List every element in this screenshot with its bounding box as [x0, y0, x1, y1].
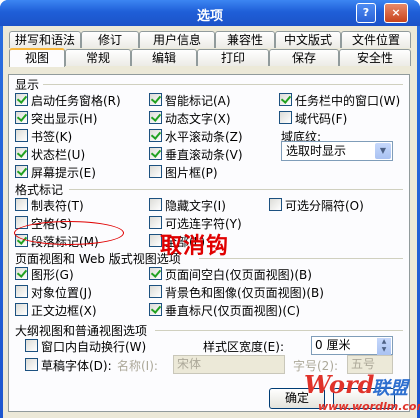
tab-user-info[interactable]: 用户信息: [139, 31, 215, 48]
label-highlight: 突出显示(H): [31, 112, 98, 126]
checkbox-text-boundaries[interactable]: [15, 303, 28, 316]
watermark-main: Word: [304, 370, 375, 399]
label-font-name: 名称(I):: [117, 359, 158, 373]
checkbox-optional-breaks[interactable]: [269, 198, 282, 211]
checkbox-draft-font[interactable]: [25, 358, 38, 371]
label-object-anchors: 对象位置(J): [31, 286, 92, 300]
checkbox-bookmarks[interactable]: [15, 129, 28, 142]
style-area-width-input[interactable]: 0 厘米 ▲ ▼: [311, 336, 393, 355]
checkbox-highlight[interactable]: [15, 111, 28, 124]
tab-spelling-grammar[interactable]: 拼写和语法: [9, 31, 81, 48]
checkbox-screentips[interactable]: [15, 165, 28, 178]
section-page-web-title: 页面视图和 Web 版式视图选项: [15, 252, 181, 266]
tab-compatibility[interactable]: 兼容性: [215, 31, 275, 48]
checkbox-smart-tags[interactable]: [149, 93, 162, 106]
section-divider: [69, 189, 403, 190]
label-drawings: 图形(G): [31, 268, 74, 282]
checkbox-vertical-scrollbar[interactable]: [149, 147, 162, 160]
label-text-boundaries: 正文边框(X): [31, 304, 97, 318]
watermark-url: www.wordlm.com: [318, 400, 420, 413]
section-divider: [199, 258, 403, 259]
label-wrap-to-window: 窗口内自动换行(W): [41, 340, 147, 354]
checkbox-startup-task-pane[interactable]: [15, 93, 28, 106]
spin-buttons[interactable]: ▲ ▼: [377, 338, 391, 355]
section-divider: [155, 330, 403, 331]
watermark-cn: 联盟: [372, 378, 408, 399]
checkbox-vertical-ruler[interactable]: [149, 303, 162, 316]
checkbox-hidden-text[interactable]: [149, 198, 162, 211]
help-button[interactable]: ?: [356, 3, 376, 23]
label-bookmarks: 书签(K): [31, 130, 73, 144]
checkbox-field-codes[interactable]: [279, 111, 292, 124]
label-field-codes: 域代码(F): [295, 112, 348, 126]
label-animated-text: 动态文字(X): [165, 112, 231, 126]
label-smart-tags: 智能标记(A): [165, 94, 231, 108]
tab-general[interactable]: 常规: [65, 49, 131, 66]
tab-view[interactable]: 视图: [9, 48, 65, 67]
font-size-value: 五号: [351, 357, 376, 371]
tab-edit[interactable]: 编辑: [131, 49, 197, 66]
tab-file-locations[interactable]: 文件位置: [341, 31, 411, 48]
field-shading-value: 选取时显示: [286, 144, 347, 158]
annotation-text: 取消钩: [160, 234, 230, 259]
tab-security[interactable]: 安全性: [339, 49, 411, 66]
section-format-marks-title: 格式标记: [15, 183, 64, 197]
label-vertical-scrollbar: 垂直滚动条(V): [165, 148, 243, 162]
field-shading-select[interactable]: 选取时显示 ▼: [281, 141, 393, 161]
checkbox-tab-characters[interactable]: [15, 198, 28, 211]
checkbox-animated-text[interactable]: [149, 111, 162, 124]
label-startup-task-pane: 启动任务窗格(R): [31, 94, 121, 108]
tab-revisions[interactable]: 修订: [81, 31, 139, 48]
close-button[interactable]: ×: [384, 3, 408, 23]
checkbox-windows-in-taskbar[interactable]: [279, 93, 292, 106]
checkbox-horizontal-scrollbar[interactable]: [149, 129, 162, 142]
label-style-area-width: 样式区宽度(E):: [203, 340, 284, 354]
title-bar: 选项 ? ×: [0, 0, 420, 26]
font-name-select[interactable]: 宋体: [173, 355, 285, 374]
label-optional-breaks: 可选分隔符(O): [285, 199, 364, 213]
label-background-colors: 背景色和图像(仅页面视图)(B): [165, 286, 324, 300]
section-show-title: 显示: [15, 78, 40, 92]
style-area-width-value: 0 厘米: [315, 338, 351, 352]
options-dialog: 选项 ? × 拼写和语法 修订 用户信息 兼容性 中文版式 文件位置 视图 常规…: [0, 0, 420, 418]
label-screentips: 屏幕提示(E): [31, 166, 96, 180]
tab-chinese-layout[interactable]: 中文版式: [275, 31, 341, 48]
label-windows-in-taskbar: 任务栏中的窗口(W): [295, 94, 401, 108]
label-white-space: 页面间空白(仅页面视图)(B): [165, 268, 312, 282]
section-outline-title: 大纲视图和普通视图选项: [15, 324, 148, 338]
checkbox-picture-placeholders[interactable]: [149, 165, 162, 178]
checkbox-drawings[interactable]: [15, 267, 28, 280]
label-draft-font: 草稿字体(D):: [41, 359, 112, 373]
checkbox-background-colors[interactable]: [149, 285, 162, 298]
checkbox-object-anchors[interactable]: [15, 285, 28, 298]
label-status-bar: 状态栏(U): [31, 148, 86, 162]
watermark-logo: Word 联盟 www.wordlm.com: [300, 370, 420, 416]
checkbox-status-bar[interactable]: [15, 147, 28, 160]
font-name-value: 宋体: [177, 357, 202, 371]
label-hidden-text: 隐藏文字(I): [165, 199, 226, 213]
chevron-down-icon[interactable]: ▼: [375, 143, 391, 159]
label-horizontal-scrollbar: 水平滚动条(Z): [165, 130, 243, 144]
tab-print[interactable]: 打印: [197, 49, 269, 66]
tab-save[interactable]: 保存: [269, 49, 339, 66]
label-vertical-ruler: 垂直标尺(仅页面视图)(C): [165, 304, 301, 318]
section-divider: [43, 84, 403, 85]
annotation-ellipse: [14, 221, 124, 245]
label-picture-placeholders: 图片框(P): [165, 166, 218, 180]
checkbox-wrap-to-window[interactable]: [25, 339, 38, 352]
checkbox-white-space[interactable]: [149, 267, 162, 280]
label-tab-characters: 制表符(T): [31, 199, 84, 213]
